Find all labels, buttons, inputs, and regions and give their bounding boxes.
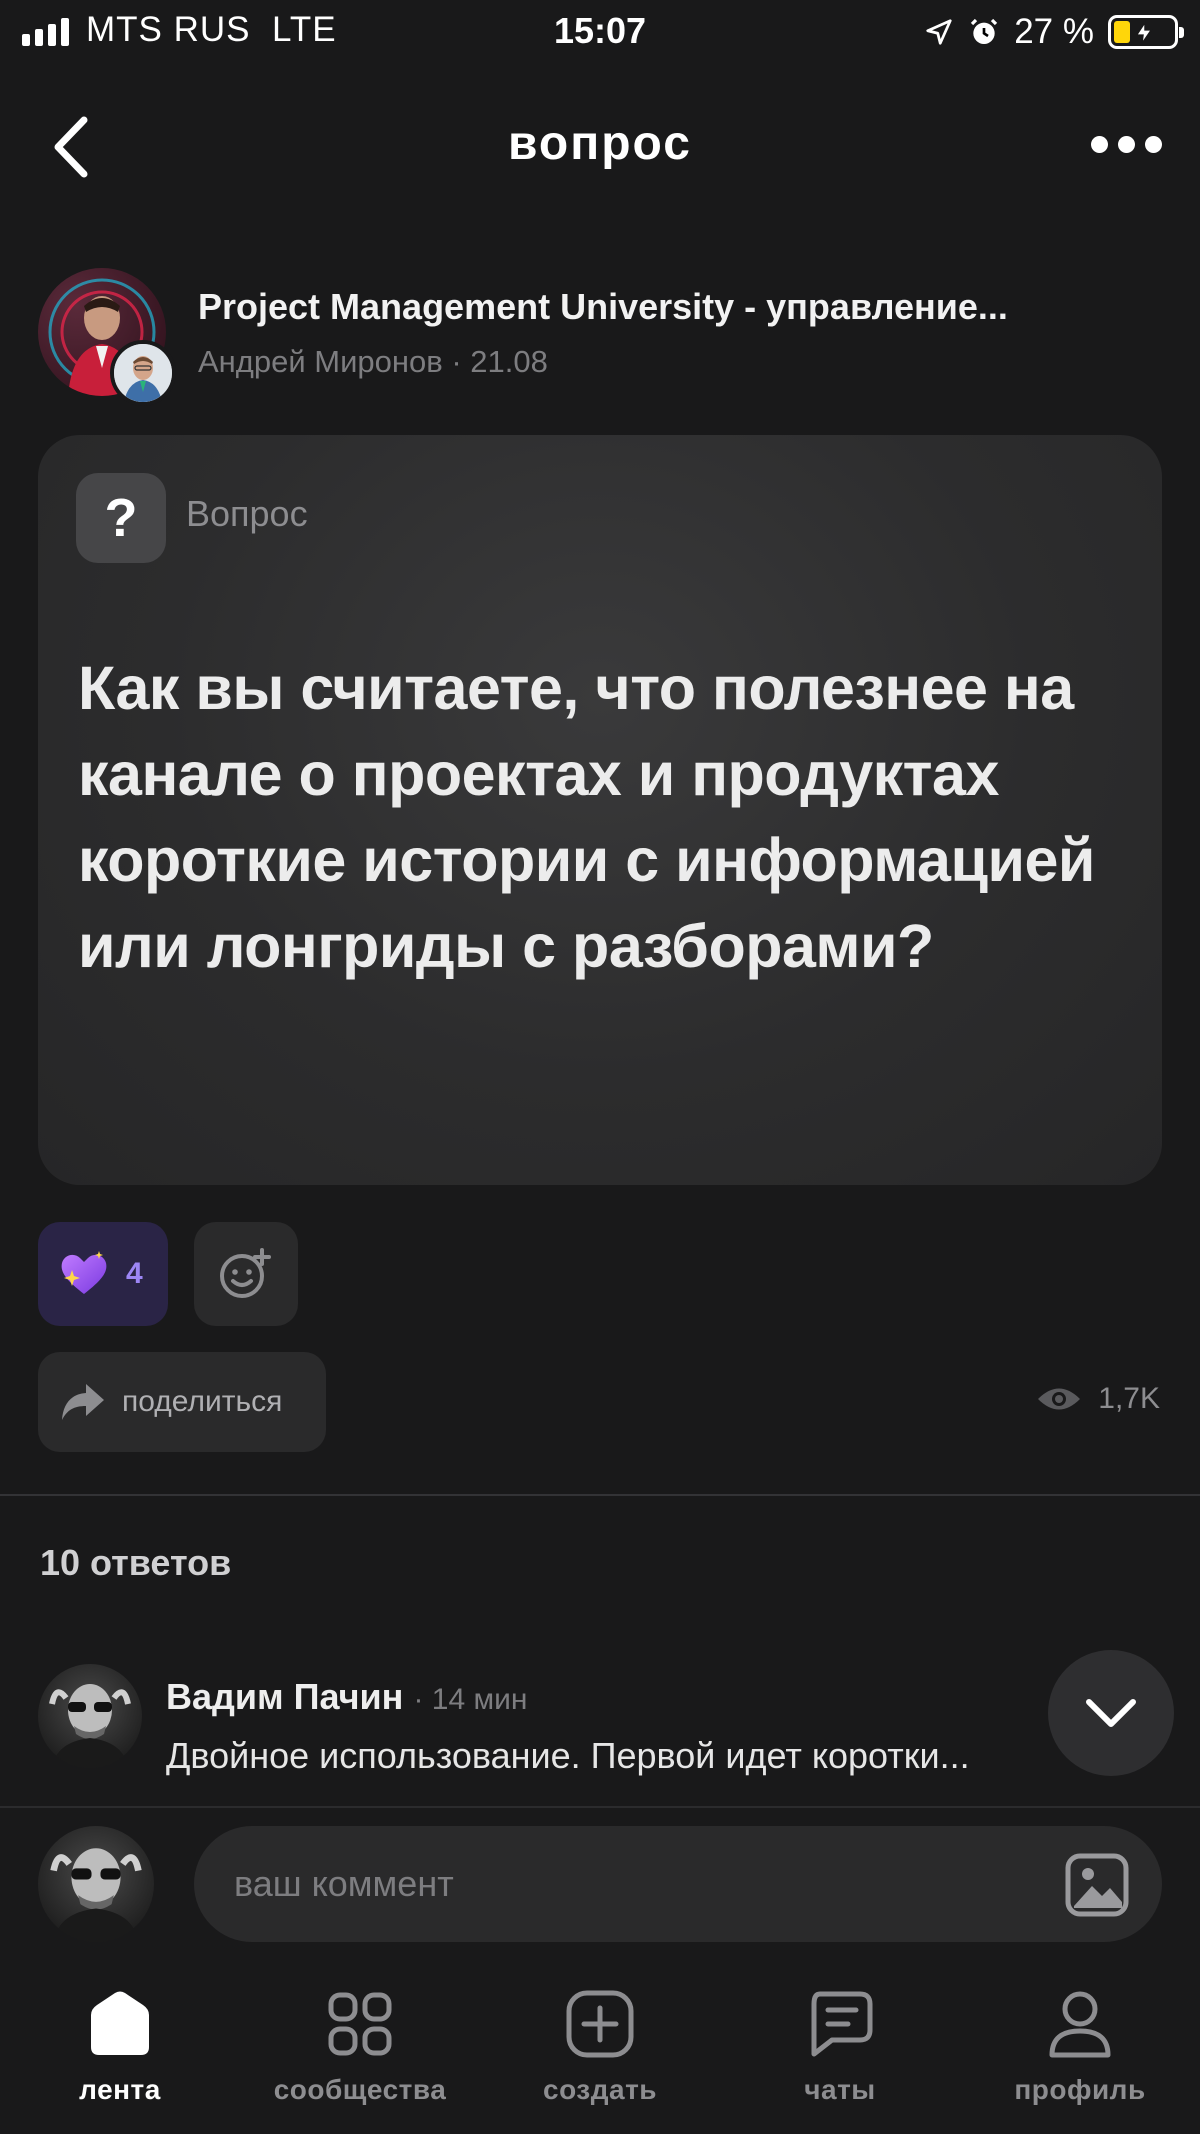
location-icon [926, 19, 952, 45]
share-arrow-icon [62, 1384, 104, 1420]
views-count: 1,7K [1098, 1382, 1160, 1415]
views-counter: 1,7K [1036, 1382, 1160, 1416]
more-dot-icon [1118, 136, 1135, 153]
more-button[interactable] [1091, 136, 1162, 153]
question-icon: ? [76, 473, 166, 563]
grid-icon [328, 1992, 392, 2056]
tab-bar: лента сообщества создать чаты профиль [0, 1960, 1200, 2134]
tab-chats[interactable]: чаты [720, 1986, 960, 2106]
sparkling-heart-icon [61, 1251, 107, 1294]
tab-communities-label: сообщества [273, 2074, 447, 2105]
tab-create[interactable]: создать [480, 1986, 720, 2106]
battery-icon [1108, 15, 1184, 49]
commenter-avatar[interactable] [38, 1664, 142, 1768]
status-right: 27 % [924, 12, 1184, 52]
tab-feed[interactable]: лента [0, 1986, 240, 2106]
more-dot-icon [1091, 136, 1108, 153]
tab-feed-label: лента [79, 2074, 161, 2105]
share-button[interactable]: поделиться [38, 1352, 326, 1452]
question-card: ? Вопрос Как вы считаете, что полезнее н… [38, 435, 1162, 1185]
commenter-name[interactable]: Вадим Пачин · 14 мин [166, 1676, 527, 1718]
more-dot-icon [1145, 136, 1162, 153]
user-icon [1049, 1991, 1111, 2058]
chevron-down-icon [1086, 1699, 1136, 1727]
eye-icon [1038, 1388, 1081, 1410]
tab-communities[interactable]: сообщества [240, 1986, 480, 2106]
scroll-down-button[interactable] [1048, 1650, 1174, 1776]
comment-time: · 14 мин [413, 1683, 528, 1716]
reaction-count: 4 [126, 1257, 143, 1290]
top-nav: вопрос [0, 100, 1200, 190]
page-title: вопрос [508, 117, 692, 170]
plus-square-icon [566, 1990, 634, 2058]
home-icon [91, 1991, 149, 2055]
tab-create-label: создать [543, 2074, 657, 2105]
tab-chats-label: чаты [804, 2074, 876, 2105]
add-reaction-button[interactable] [194, 1222, 298, 1326]
share-label: поделиться [122, 1385, 283, 1418]
tab-profile-label: профиль [1014, 2074, 1146, 2105]
my-avatar[interactable] [38, 1826, 154, 1942]
attach-image-button[interactable] [1064, 1852, 1130, 1918]
chat-icon [811, 1991, 873, 2057]
question-text: Как вы считаете, что полезнее на канале … [78, 654, 1095, 980]
status-bar: MTS RUS LTE 15:07 27 % [0, 0, 1200, 66]
divider [0, 1494, 1200, 1496]
battery-percent: 27 % [1014, 12, 1094, 51]
image-icon [1065, 1853, 1129, 1917]
author-avatar[interactable] [110, 340, 176, 406]
post-meta: Андрей Миронов · 21.08 [198, 344, 548, 379]
answers-heading: 10 ответов [40, 1542, 232, 1583]
comment-input[interactable] [194, 1826, 1162, 1942]
comment-text: Двойное использование. Первой идет корот… [166, 1735, 970, 1776]
community-name[interactable]: Project Management University - управлен… [198, 286, 1008, 328]
question-label: Вопрос [186, 493, 308, 534]
reaction-button[interactable]: 4 [38, 1222, 168, 1326]
add-emoji-icon [220, 1248, 271, 1298]
alarm-icon [971, 18, 998, 44]
tab-profile[interactable]: профиль [960, 1986, 1200, 2106]
